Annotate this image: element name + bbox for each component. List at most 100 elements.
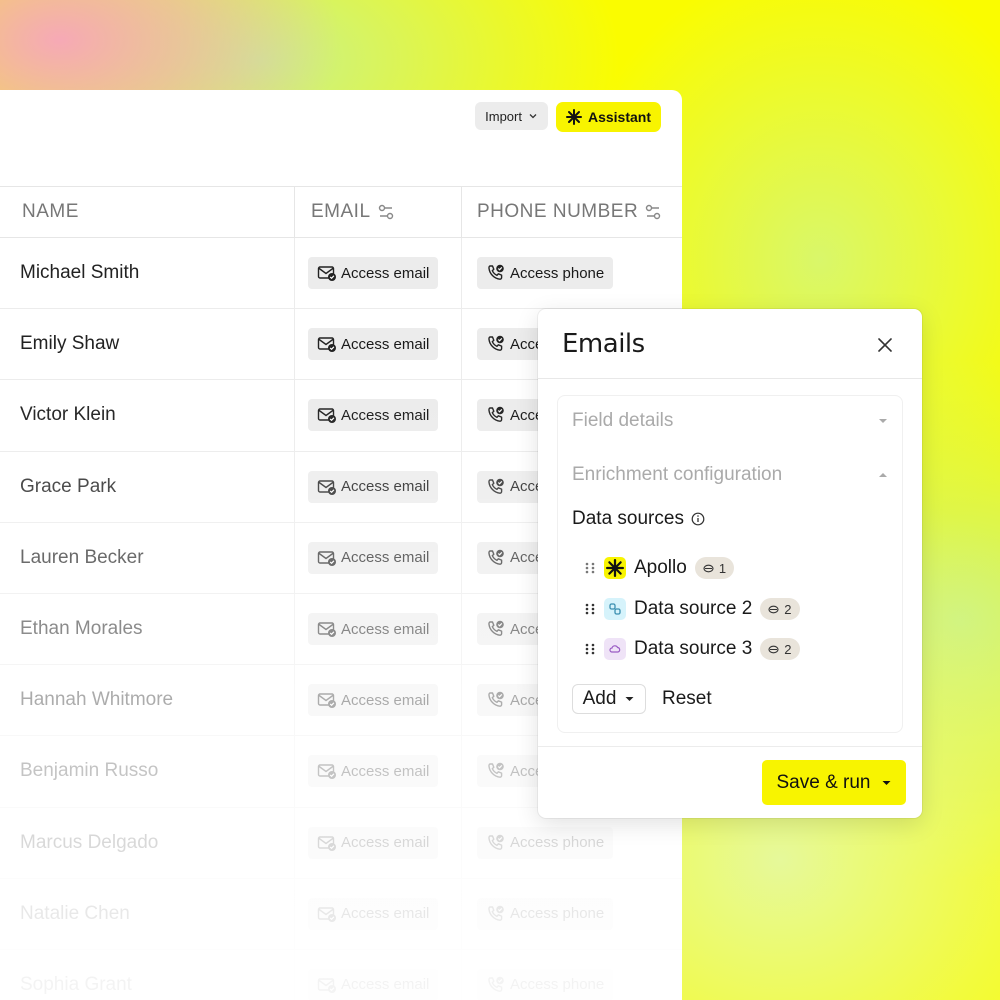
coin-icon — [768, 605, 779, 613]
email-cell: Access email — [295, 949, 462, 1000]
contact-name: Sophia Grant — [20, 973, 132, 995]
access-email-label: Access email — [341, 905, 430, 923]
contact-name-cell: Marcus Delgado — [0, 807, 295, 878]
caret-down-icon — [882, 780, 890, 785]
contact-name: Michael Smith — [20, 262, 140, 284]
access-email-label: Access email — [341, 691, 430, 709]
coin-icon — [768, 645, 779, 653]
contact-name-cell: Lauren Becker — [0, 522, 295, 593]
email-cell: Access email — [295, 807, 462, 878]
contact-name-cell: Sophia Grant — [0, 949, 295, 1000]
mail-check-icon — [317, 976, 337, 994]
chevron-down-icon — [529, 114, 537, 119]
access-phone-button[interactable]: Access phone — [477, 968, 614, 1000]
info-icon[interactable] — [691, 512, 705, 526]
access-email-label: Access email — [341, 335, 430, 353]
contact-name-cell: Natalie Chen — [0, 878, 295, 949]
credit-badge: 1 — [694, 557, 735, 579]
contact-name: Emily Shaw — [20, 333, 120, 355]
drag-handle-icon[interactable] — [584, 561, 596, 575]
access-email-button[interactable]: Access email — [308, 399, 439, 432]
credit-count: 2 — [784, 641, 792, 657]
phone-check-icon — [486, 335, 506, 353]
access-email-button[interactable]: Access email — [308, 257, 439, 290]
access-email-button[interactable]: Access email — [308, 328, 439, 361]
access-phone-button[interactable]: Access phone — [477, 897, 614, 930]
access-email-button[interactable]: Access email — [308, 968, 439, 1000]
phone-cell: Access phone — [462, 238, 682, 308]
access-email-label: Access email — [341, 762, 430, 780]
table-row[interactable]: Sophia Grant Access email Access phone — [0, 949, 682, 1000]
table-row[interactable]: Michael Smith Access email Access phone — [0, 238, 682, 310]
caret-up-icon — [879, 473, 887, 477]
contact-name-cell: Michael Smith — [0, 238, 295, 309]
access-phone-button[interactable]: Access phone — [477, 257, 614, 290]
credit-count: 1 — [718, 560, 727, 576]
column-header-email[interactable]: EMAIL — [295, 187, 462, 237]
phone-check-icon — [486, 406, 506, 424]
add-button-label: Add — [582, 688, 617, 709]
phone-cell: Access phone — [462, 808, 682, 878]
phone-check-icon — [486, 905, 506, 923]
contact-name: Hannah Whitmore — [20, 689, 174, 711]
data-sources-heading: Data sources — [572, 508, 705, 530]
contact-name-cell: Hannah Whitmore — [0, 665, 295, 736]
credit-badge: 2 — [760, 598, 800, 620]
reset-button[interactable]: Reset — [662, 684, 712, 714]
data-source-item[interactable]: Data source 2 2 — [584, 595, 800, 623]
access-email-button[interactable]: Access email — [308, 470, 439, 503]
drag-handle-icon[interactable] — [584, 642, 596, 656]
link-logo-icon — [604, 598, 626, 620]
access-email-button[interactable]: Access email — [308, 897, 439, 930]
close-icon — [878, 338, 892, 352]
credit-count: 2 — [784, 601, 792, 617]
column-header-name-label: NAME — [22, 201, 79, 222]
field-details-label: Field details — [572, 410, 674, 431]
phone-check-icon — [486, 620, 506, 638]
contact-name-cell: Emily Shaw — [0, 309, 295, 380]
access-email-label: Access email — [341, 549, 430, 567]
table-row[interactable]: Marcus Delgado Access email Access phone — [0, 807, 682, 879]
column-header-name[interactable]: NAME — [0, 187, 295, 237]
email-cell: Access email — [295, 736, 462, 807]
enrich-icon — [378, 204, 393, 220]
contact-name-cell: Ethan Morales — [0, 593, 295, 665]
save-and-run-button[interactable]: Save & run — [762, 760, 906, 805]
email-cell: Access email — [295, 238, 462, 309]
mail-check-icon — [317, 478, 337, 496]
data-source-item[interactable]: Data source 3 2 — [584, 635, 800, 663]
drag-handle-icon[interactable] — [584, 602, 596, 616]
credit-badge: 2 — [760, 638, 800, 660]
access-email-label: Access email — [341, 620, 430, 638]
enrichment-configuration-toggle[interactable]: Enrichment configuration — [572, 460, 888, 490]
contact-name-cell: Benjamin Russo — [0, 736, 295, 807]
access-email-button[interactable]: Access email — [308, 684, 439, 717]
access-email-button[interactable]: Access email — [308, 541, 439, 574]
mail-check-icon — [317, 834, 337, 852]
access-phone-button[interactable]: Access phone — [477, 826, 614, 859]
field-details-toggle[interactable]: Field details — [572, 406, 888, 436]
enrich-icon — [645, 204, 661, 220]
access-email-button[interactable]: Access email — [308, 613, 439, 646]
configuration-section: Field details Enrichment configuration D… — [557, 395, 903, 733]
close-button[interactable] — [876, 336, 894, 354]
import-button[interactable]: Import — [475, 102, 548, 130]
add-source-button[interactable]: Add — [572, 684, 646, 714]
phone-check-icon — [486, 478, 506, 496]
mail-check-icon — [317, 335, 337, 353]
mail-check-icon — [317, 264, 337, 282]
save-button-label: Save & run — [776, 771, 871, 793]
access-email-button[interactable]: Access email — [308, 826, 439, 859]
column-header-phone[interactable]: PHONE NUMBER — [462, 187, 682, 237]
phone-check-icon — [486, 691, 506, 709]
sparkle-icon — [565, 109, 582, 125]
data-source-item[interactable]: Apollo 1 — [584, 554, 735, 582]
mail-check-icon — [317, 549, 337, 567]
footer-divider — [538, 746, 922, 747]
table-row[interactable]: Natalie Chen Access email Access phone — [0, 878, 682, 950]
contact-name-cell: Grace Park — [0, 451, 295, 522]
data-source-name: Apollo — [634, 557, 687, 578]
assistant-button[interactable]: Assistant — [555, 102, 661, 132]
access-email-button[interactable]: Access email — [308, 755, 439, 788]
access-email-label: Access email — [341, 264, 430, 282]
